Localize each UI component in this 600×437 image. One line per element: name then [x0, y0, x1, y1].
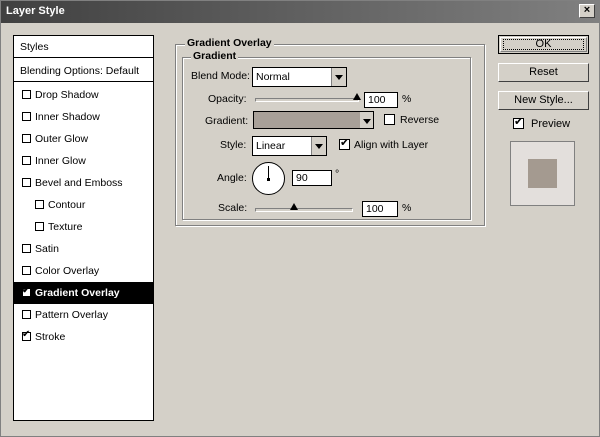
styles-item-drop-shadow[interactable]: Drop Shadow [14, 84, 153, 106]
styles-item-stroke[interactable]: Stroke [14, 326, 153, 348]
style-preview [510, 141, 575, 206]
inner-glow-label: Inner Glow [35, 155, 86, 167]
inner-shadow-label: Inner Shadow [35, 111, 100, 123]
angle-label: Angle: [217, 172, 247, 184]
styles-header[interactable]: Styles [14, 36, 153, 58]
styles-list: Styles Blending Options: Default Drop Sh… [13, 35, 154, 421]
preview-checkbox[interactable] [513, 115, 524, 129]
pattern-overlay-label: Pattern Overlay [35, 309, 108, 321]
texture-checkbox[interactable] [35, 222, 44, 231]
preview-label: Preview [531, 118, 571, 130]
gradient-overlay-label: Gradient Overlay [35, 287, 120, 299]
gradient-overlay-checkbox[interactable] [22, 285, 31, 297]
angle-unit: ° [335, 168, 340, 180]
gradient-dropdown[interactable] [360, 111, 374, 129]
opacity-value: 100 [368, 94, 386, 106]
style-select[interactable]: Linear [252, 136, 327, 156]
chevron-down-icon [311, 137, 326, 155]
align-with-layer-checkbox[interactable] [339, 136, 350, 150]
pattern-overlay-checkbox[interactable] [22, 310, 31, 319]
angle-dial-hub [267, 178, 270, 181]
ok-button-label: OK [535, 38, 552, 50]
contour-checkbox[interactable] [35, 200, 44, 209]
chevron-down-icon [331, 68, 346, 86]
styles-item-satin[interactable]: Satin [14, 238, 153, 260]
stroke-checkbox[interactable] [22, 329, 31, 341]
scale-slider[interactable] [255, 203, 353, 212]
opacity-slider-thumb[interactable] [353, 93, 361, 100]
styles-item-outer-glow[interactable]: Outer Glow [14, 128, 153, 150]
align-with-layer-label: Align with Layer [354, 139, 429, 151]
reverse-checkbox[interactable] [384, 114, 395, 125]
angle-value: 90 [296, 172, 308, 184]
bevel-and-emboss-label: Bevel and Emboss [35, 177, 123, 189]
blend-mode-label: Blend Mode: [191, 70, 250, 82]
styles-item-pattern-overlay[interactable]: Pattern Overlay [14, 304, 153, 326]
gradient-group-title: Gradient [191, 50, 239, 62]
layer-style-dialog: Layer Style × Styles Blending Options: D… [0, 0, 600, 437]
outer-glow-label: Outer Glow [35, 133, 89, 145]
angle-input[interactable]: 90 [292, 170, 332, 186]
scale-label: Scale: [218, 202, 248, 214]
reverse-label: Reverse [400, 114, 440, 126]
scale-value: 100 [366, 203, 384, 215]
styles-item-bevel-and-emboss[interactable]: Bevel and Emboss [14, 172, 153, 194]
style-value: Linear [256, 140, 286, 152]
styles-item-inner-glow[interactable]: Inner Glow [14, 150, 153, 172]
style-label: Style: [220, 139, 247, 151]
texture-label: Texture [48, 221, 83, 233]
outer-glow-checkbox[interactable] [22, 134, 31, 143]
scale-input[interactable]: 100 [362, 201, 398, 217]
blending-options-label: Blending Options: Default [20, 65, 140, 77]
blending-options-item[interactable]: Blending Options: Default [14, 60, 153, 82]
reset-button-label: Reset [529, 66, 558, 78]
bevel-and-emboss-checkbox[interactable] [22, 178, 31, 187]
gradient-label: Gradient: [205, 115, 249, 127]
inner-shadow-checkbox[interactable] [22, 112, 31, 121]
title-bar[interactable]: Layer Style × [1, 1, 599, 23]
color-overlay-checkbox[interactable] [22, 266, 31, 275]
new-style-button[interactable]: New Style... [498, 91, 589, 110]
blend-mode-select[interactable]: Normal [252, 67, 347, 87]
ok-button[interactable]: OK [497, 34, 590, 55]
styles-item-contour[interactable]: Contour [14, 194, 153, 216]
reset-button[interactable]: Reset [498, 63, 589, 82]
gradient-preview[interactable] [253, 111, 361, 129]
styles-item-color-overlay[interactable]: Color Overlay [14, 260, 153, 282]
scale-slider-thumb[interactable] [290, 203, 299, 210]
styles-item-inner-shadow[interactable]: Inner Shadow [14, 106, 153, 128]
new-style-button-label: New Style... [514, 94, 573, 106]
satin-checkbox[interactable] [22, 244, 31, 253]
stroke-label: Stroke [35, 331, 66, 343]
styles-item-gradient-overlay[interactable]: Gradient Overlay [14, 282, 153, 304]
close-icon: × [583, 4, 591, 16]
close-button[interactable]: × [579, 4, 595, 18]
angle-dial[interactable] [252, 162, 285, 195]
window-title: Layer Style [6, 5, 65, 17]
color-overlay-label: Color Overlay [35, 265, 100, 277]
preview-swatch [528, 159, 557, 188]
drop-shadow-checkbox[interactable] [22, 90, 31, 99]
opacity-unit: % [402, 93, 412, 105]
styles-header-label: Styles [20, 41, 49, 53]
styles-item-texture[interactable]: Texture [14, 216, 153, 238]
drop-shadow-label: Drop Shadow [35, 89, 99, 101]
chevron-down-icon [360, 112, 373, 128]
opacity-slider[interactable] [255, 93, 361, 102]
gradient-overlay-title: Gradient Overlay [185, 37, 274, 49]
inner-glow-checkbox[interactable] [22, 156, 31, 165]
scale-unit: % [402, 202, 412, 214]
opacity-label: Opacity: [208, 93, 247, 105]
satin-label: Satin [35, 243, 59, 255]
blend-mode-value: Normal [256, 71, 290, 83]
contour-label: Contour [48, 199, 86, 211]
opacity-input[interactable]: 100 [364, 92, 398, 108]
